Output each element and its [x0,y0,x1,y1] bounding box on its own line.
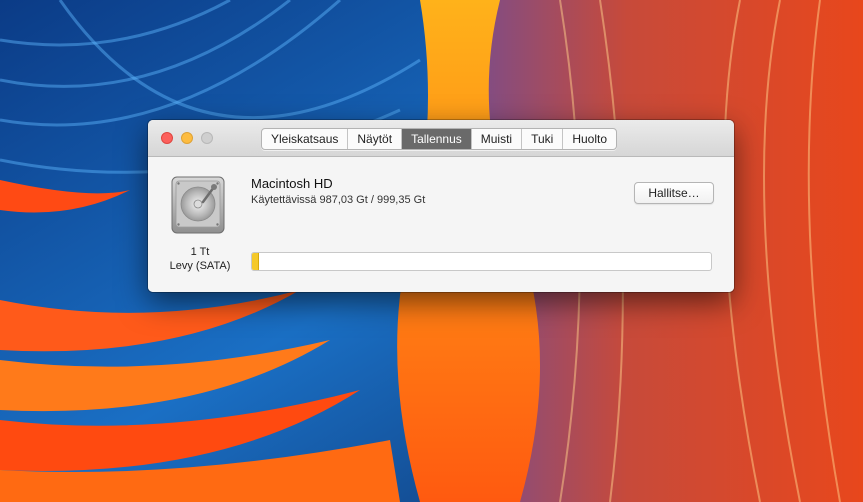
volume-name: Macintosh HD [251,176,333,191]
storage-usage-bar [251,252,712,271]
tab-bar: Yleiskatsaus Näytöt Tallennus Muisti Tuk… [261,128,618,150]
manage-button[interactable]: Hallitse… [634,182,714,204]
tab-service[interactable]: Huolto [563,129,616,149]
close-button[interactable] [161,132,173,144]
tab-memory[interactable]: Muisti [472,129,523,149]
storage-panel: 1 Tt Levy (SATA) Macintosh HD Käytettävi… [148,157,734,292]
disk-type-label: Levy (SATA) [169,260,231,272]
tab-storage[interactable]: Tallennus [402,129,472,149]
hard-disk-icon [170,175,226,235]
about-this-mac-window: Yleiskatsaus Näytöt Tallennus Muisti Tuk… [148,120,734,292]
zoom-button[interactable] [201,132,213,144]
storage-used-segment [252,253,259,270]
disk-size-label: 1 Tt [190,246,210,258]
tab-support[interactable]: Tuki [522,129,564,149]
tab-overview[interactable]: Yleiskatsaus [262,129,349,149]
tab-displays[interactable]: Näytöt [348,129,403,149]
volume-availability: Käytettävissä 987,03 Gt / 999,35 Gt [251,194,426,206]
minimize-button[interactable] [181,132,193,144]
title-bar: Yleiskatsaus Näytöt Tallennus Muisti Tuk… [148,120,734,157]
